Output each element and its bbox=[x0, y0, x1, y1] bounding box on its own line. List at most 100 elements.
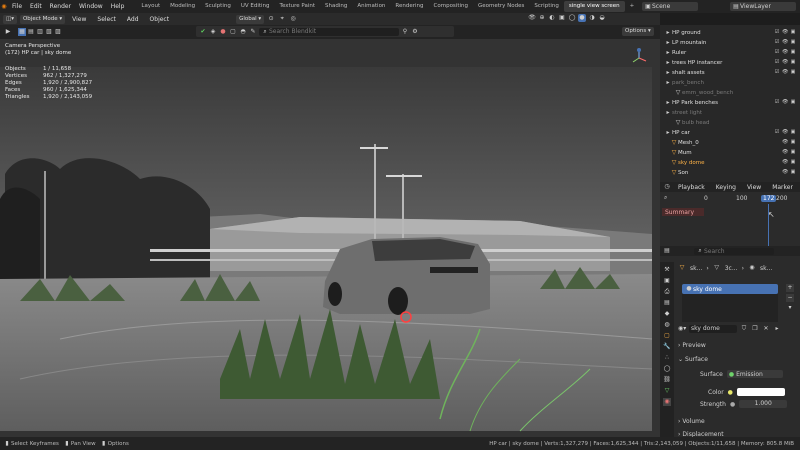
checkbox-icon[interactable]: ☑ bbox=[774, 99, 780, 106]
blendkit-model-icon[interactable]: ◈ bbox=[209, 28, 217, 36]
scene-selector[interactable]: ▣ Scene bbox=[642, 2, 698, 11]
eye-icon[interactable]: 👁 bbox=[782, 159, 788, 166]
blendkit-material-icon[interactable]: ● bbox=[219, 28, 227, 36]
blendkit-settings-icon[interactable]: ⚙ bbox=[411, 28, 419, 36]
eye-icon[interactable]: 👁 bbox=[782, 139, 788, 146]
eye-icon[interactable]: 👁 bbox=[782, 169, 788, 176]
camera-icon[interactable]: ▣ bbox=[790, 29, 796, 36]
current-frame-indicator[interactable]: 172 bbox=[761, 194, 777, 202]
render-tab-icon[interactable]: ▣ bbox=[663, 277, 671, 285]
constraints-tab-icon[interactable]: ⛓ bbox=[663, 376, 671, 384]
outliner-item-mum[interactable]: ▽ Mum 👁 ▣ bbox=[660, 148, 800, 158]
tab-single-view-screen[interactable]: single view screen bbox=[563, 1, 625, 12]
outliner-item-hp-car[interactable]: ▸ HP car ☑ 👁 ▣ bbox=[660, 128, 800, 138]
blendkit-scene-icon[interactable]: ▢ bbox=[229, 28, 237, 36]
select-invert-icon[interactable]: ▧ bbox=[45, 28, 53, 36]
eye-icon[interactable]: 👁 bbox=[782, 149, 788, 156]
summary-channel[interactable]: Summary bbox=[662, 208, 704, 216]
outliner-item-son[interactable]: ▽ Son 👁 ▣ bbox=[660, 168, 800, 178]
outliner-item-street-light[interactable]: ▸ street light bbox=[660, 108, 800, 118]
select-intersect-icon[interactable]: ▨ bbox=[54, 28, 62, 36]
navigation-gizmo[interactable] bbox=[628, 47, 650, 69]
duplicate-icon[interactable]: ❐ bbox=[751, 325, 759, 333]
add-slot-button[interactable]: + bbox=[786, 284, 794, 292]
blendkit-check-icon[interactable]: ✔ bbox=[199, 28, 207, 36]
particles-tab-icon[interactable]: ∴ bbox=[663, 354, 671, 362]
menu-keying[interactable]: Keying bbox=[712, 184, 740, 191]
camera-icon[interactable]: ▣ bbox=[790, 59, 796, 66]
tab-texture-paint[interactable]: Texture Paint bbox=[275, 1, 321, 12]
physics-tab-icon[interactable]: ◯ bbox=[663, 365, 671, 373]
object-tab-icon[interactable]: ▢ bbox=[663, 332, 671, 340]
wireframe-shading-icon[interactable]: ◯ bbox=[568, 14, 576, 22]
view-layer-selector[interactable]: ▤ ViewLayer bbox=[730, 2, 796, 11]
data-tab-icon[interactable]: ▽ bbox=[663, 387, 671, 395]
material-tab-icon[interactable]: ◉ bbox=[663, 398, 671, 406]
properties-search-input[interactable]: ⌕ Search bbox=[694, 247, 774, 255]
tab-layout[interactable]: Layout bbox=[136, 1, 165, 12]
blendkit-brush-icon[interactable]: ✎ bbox=[249, 28, 257, 36]
material-shading-icon[interactable]: ◑ bbox=[588, 14, 596, 22]
tab-uv-editing[interactable]: UV Editing bbox=[236, 1, 275, 12]
breadcrumb-item[interactable]: sk... bbox=[760, 265, 772, 272]
menu-playback[interactable]: Playback bbox=[674, 184, 709, 191]
checkbox-icon[interactable]: ☑ bbox=[774, 69, 780, 76]
select-subtract-icon[interactable]: ▥ bbox=[36, 28, 44, 36]
menu-window[interactable]: Window bbox=[75, 3, 107, 10]
tab-geometry-nodes[interactable]: Geometry Nodes bbox=[473, 1, 529, 12]
menu-render[interactable]: Render bbox=[46, 3, 75, 10]
outliner-item-mesh-0[interactable]: ▽ Mesh_0 👁 ▣ bbox=[660, 138, 800, 148]
material-slot-item[interactable]: ● sky dome bbox=[682, 284, 778, 294]
menu-object[interactable]: Object bbox=[146, 16, 174, 23]
camera-icon[interactable]: ▣ bbox=[790, 169, 796, 176]
add-workspace-button[interactable]: + bbox=[625, 1, 640, 12]
eye-icon[interactable]: 👁 bbox=[782, 59, 788, 66]
menu-help[interactable]: Help bbox=[107, 3, 129, 10]
checkbox-icon[interactable]: ☑ bbox=[774, 49, 780, 56]
surface-shader-dropdown[interactable]: ● Emission bbox=[726, 370, 783, 378]
camera-icon[interactable]: ▣ bbox=[790, 99, 796, 106]
outliner-item-emm-wood-bench[interactable]: ▽ emm_wood_bench bbox=[660, 88, 800, 98]
outliner-item-park-bench[interactable]: ▸ park_bench bbox=[660, 78, 800, 88]
visibility-icon[interactable]: 👁 bbox=[528, 14, 536, 22]
rendered-shading-icon[interactable]: ◒ bbox=[598, 14, 606, 22]
select-new-icon[interactable]: ▦ bbox=[18, 28, 26, 36]
menu-add[interactable]: Add bbox=[123, 16, 143, 23]
modifier-tab-icon[interactable]: 🔧 bbox=[663, 343, 671, 351]
tab-animation[interactable]: Animation bbox=[352, 1, 390, 12]
outliner-item-shalt-assets[interactable]: ▸ shalt assets ☑ 👁 ▣ bbox=[660, 68, 800, 78]
eye-icon[interactable]: 👁 bbox=[782, 49, 788, 56]
blendkit-hdr-icon[interactable]: ◓ bbox=[239, 28, 247, 36]
strength-field[interactable]: 1.000 bbox=[739, 400, 788, 408]
options-dropdown[interactable]: Options ▾ bbox=[622, 27, 654, 36]
solid-shading-icon[interactable]: ● bbox=[578, 14, 586, 22]
menu-marker[interactable]: Marker bbox=[768, 184, 797, 191]
world-tab-icon[interactable]: ◍ bbox=[663, 321, 671, 329]
menu-select[interactable]: Select bbox=[93, 16, 120, 23]
checkbox-icon[interactable]: ☑ bbox=[774, 59, 780, 66]
view-layer-tab-icon[interactable]: ▤ bbox=[663, 299, 671, 307]
scene-tab-icon[interactable]: ◆ bbox=[663, 310, 671, 318]
color-swatch[interactable] bbox=[736, 388, 785, 396]
outliner-item-sky-dome[interactable]: ▽ sky dome 👁 ▣ bbox=[660, 158, 800, 168]
checkbox-icon[interactable]: ☑ bbox=[774, 29, 780, 36]
eye-icon[interactable]: 👁 bbox=[782, 39, 788, 46]
preview-section-header[interactable]: › Preview bbox=[678, 342, 706, 349]
checkbox-icon[interactable]: ☑ bbox=[774, 39, 780, 46]
fake-user-icon[interactable]: ⛉ bbox=[740, 325, 748, 333]
3d-viewport[interactable]: Camera Perspective (172) HP car | sky do… bbox=[0, 39, 660, 437]
menu-view[interactable]: View bbox=[68, 16, 90, 23]
blendkit-search-input[interactable]: ⌕ Search Blendkit bbox=[259, 27, 399, 36]
outliner-item-lp-mountain[interactable]: ▸ LP mountain ☑ 👁 ▣ bbox=[660, 38, 800, 48]
menu-view[interactable]: View bbox=[743, 184, 765, 191]
camera-icon[interactable]: ▣ bbox=[790, 159, 796, 166]
breadcrumb-item[interactable]: sk... bbox=[690, 265, 702, 272]
tab-shading[interactable]: Shading bbox=[320, 1, 352, 12]
editor-type-icon[interactable]: ◷ bbox=[663, 183, 671, 191]
editor-type-button[interactable]: ◫▾ bbox=[3, 14, 17, 24]
volume-section-header[interactable]: › Volume bbox=[678, 418, 705, 425]
surface-section-header[interactable]: ⌄ Surface bbox=[678, 356, 708, 363]
camera-icon[interactable]: ▣ bbox=[790, 129, 796, 136]
tab-scripting[interactable]: Scripting bbox=[529, 1, 563, 12]
outliner-item-ruler[interactable]: ▸ Ruler ☑ 👁 ▣ bbox=[660, 48, 800, 58]
